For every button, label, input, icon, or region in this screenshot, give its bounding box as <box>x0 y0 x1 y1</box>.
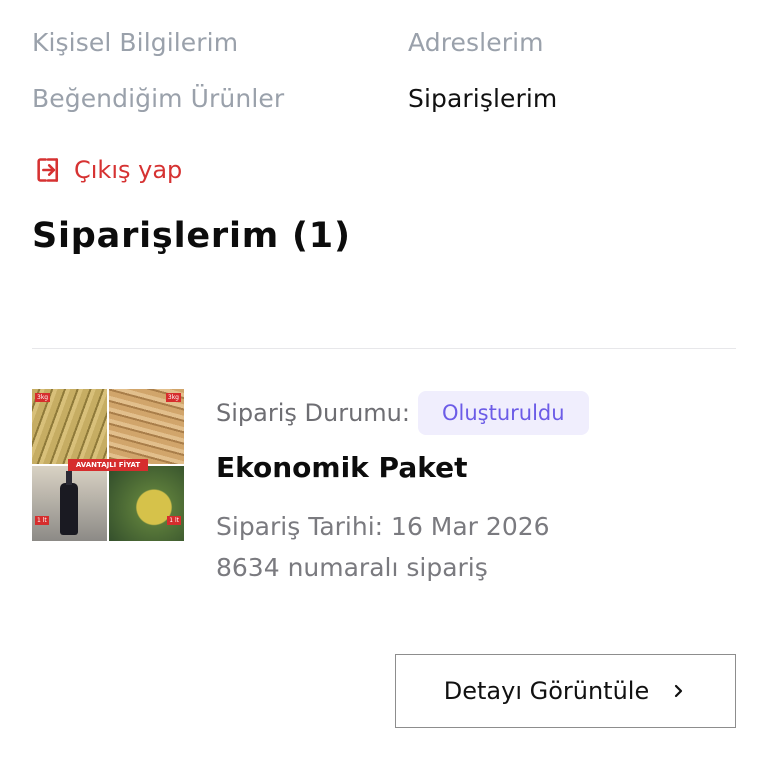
product-name[interactable]: Ekonomik Paket <box>216 451 467 484</box>
status-badge: Oluşturuldu <box>417 391 589 435</box>
view-details-button[interactable]: Detayı Görüntüle <box>395 654 736 728</box>
logout-icon <box>34 156 62 184</box>
view-details-label: Detayı Görüntüle <box>443 677 650 705</box>
thumbnail-tile-grape-leaves: 3kg <box>32 389 107 464</box>
nav-addresses[interactable]: Adreslerim <box>408 28 544 57</box>
nav-personal-info[interactable]: Kişisel Bilgilerim <box>32 28 238 57</box>
volume-tag: 1 lt <box>167 516 181 525</box>
logout-button[interactable]: Çıkış yap <box>34 156 182 184</box>
thumbnail-tile-stuffed-leaves: 3kg <box>109 389 184 464</box>
product-thumbnail[interactable]: 3kg 3kg 1 lt 1 lt AVANTAJLI FİYAT <box>32 389 184 541</box>
weight-tag: 3kg <box>35 393 51 402</box>
page-title: Siparişlerim (1) <box>32 216 351 256</box>
order-date: Sipariş Tarihi: 16 Mar 2026 <box>216 512 550 541</box>
chevron-right-icon <box>669 682 687 700</box>
order-card: 3kg 3kg 1 lt 1 lt AVANTAJLI FİYAT Sipari… <box>32 389 736 729</box>
bottle-shape <box>60 471 78 535</box>
order-status-row: Sipariş Durumu: Oluşturuldu <box>216 391 589 435</box>
divider <box>32 348 736 349</box>
order-number: 8634 numaralı sipariş <box>216 553 488 582</box>
thumbnail-tile-dark-bottle: 1 lt <box>32 466 107 541</box>
order-status-label: Sipariş Durumu: <box>216 399 410 427</box>
logout-label: Çıkış yap <box>74 156 183 184</box>
thumbnail-tile-olive-oil: 1 lt <box>109 466 184 541</box>
nav-orders[interactable]: Siparişlerim <box>408 84 557 113</box>
weight-tag: 3kg <box>165 393 181 402</box>
nav-liked-products[interactable]: Beğendiğim Ürünler <box>32 84 284 113</box>
volume-tag: 1 lt <box>35 516 49 525</box>
promo-banner: AVANTAJLI FİYAT <box>68 459 148 471</box>
